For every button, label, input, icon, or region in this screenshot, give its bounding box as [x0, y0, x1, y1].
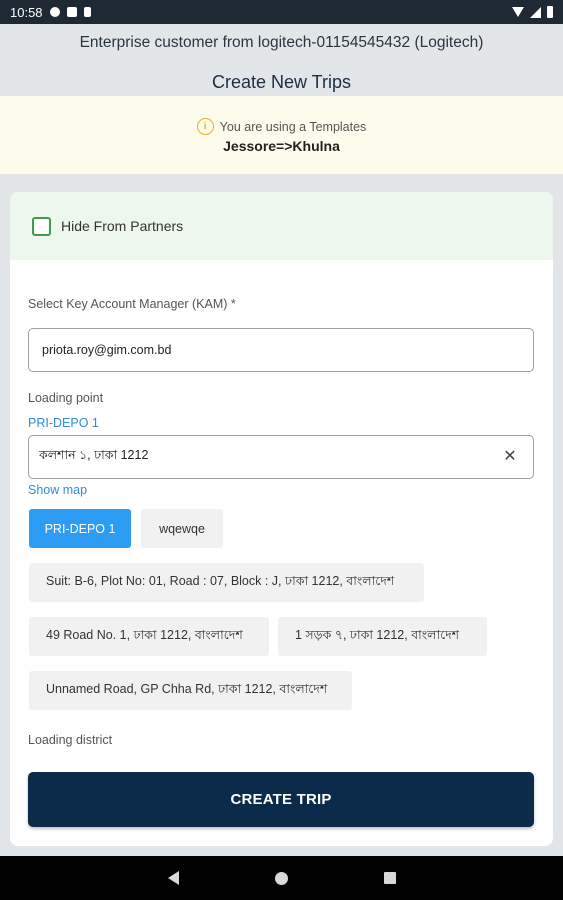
kam-label: Select Key Account Manager (KAM) *	[28, 297, 236, 311]
status-time: 10:58	[10, 4, 43, 20]
loading-point-address-value: কলশান ১, ঢাকা 1212	[39, 448, 149, 462]
show-map-link[interactable]: Show map	[28, 483, 87, 497]
sim-notification-icon	[83, 7, 91, 17]
loading-district-label: Loading district	[28, 733, 113, 747]
kam-field[interactable]: priota.roy@gim.com.bd	[28, 328, 534, 372]
loading-point-selected-name: PRI-DEPO 1	[28, 416, 99, 430]
status-bar: 10:58	[0, 0, 563, 24]
status-bar-left: 10:58	[10, 5, 91, 20]
clear-icon[interactable]: ✕	[501, 448, 519, 466]
location-chip[interactable]: wqewqe	[141, 509, 223, 548]
home-icon[interactable]	[274, 871, 288, 885]
create-trip-button[interactable]: CREATE TRIP	[28, 772, 534, 827]
template-banner: i You are using a Templates Jessore=>Khu…	[0, 96, 563, 174]
hide-from-partners-checkbox[interactable]	[32, 216, 51, 236]
page-title: Create New Trips	[211, 72, 352, 92]
signal-icon	[530, 6, 541, 18]
location-chip[interactable]: Unnamed Road, GP Chha Rd, ঢাকা 1212, বাং…	[29, 671, 352, 710]
recent-apps-icon[interactable]	[383, 872, 396, 884]
kam-value: priota.roy@gim.com.bd	[42, 343, 172, 357]
system-nav-bar	[0, 856, 563, 900]
template-route: Jessore=>Khulna	[223, 138, 340, 154]
location-chip[interactable]: 49 Road No. 1, ঢাকা 1212, বাংলাদেশ	[29, 617, 269, 656]
customer-info: Enterprise customer from logitech-011545…	[79, 34, 484, 51]
back-icon[interactable]	[167, 871, 179, 885]
message-notification-icon	[49, 7, 60, 17]
location-chip[interactable]: 1 সড়ক ৭, ঢাকা 1212, বাংলাদেশ	[278, 617, 487, 656]
wifi-icon	[512, 7, 524, 17]
storage-notification-icon	[66, 7, 77, 17]
location-chip[interactable]: PRI-DEPO 1	[29, 509, 131, 548]
location-chip[interactable]: Suit: B-6, Plot No: 01, Road : 07, Block…	[29, 563, 424, 602]
trip-form-card: Hide From Partners Select Key Account Ma…	[10, 192, 553, 846]
hide-from-partners-label: Hide From Partners	[61, 218, 184, 234]
info-icon: i	[196, 118, 214, 135]
template-message: You are using a Templates	[219, 119, 367, 134]
hide-from-partners-row[interactable]: Hide From Partners	[10, 192, 553, 260]
page-header: Enterprise customer from logitech-011545…	[0, 24, 563, 96]
loading-point-address-input[interactable]: কলশান ১, ঢাকা 1212 ✕	[28, 435, 534, 479]
template-message-row: i You are using a Templates	[0, 118, 563, 135]
status-bar-right	[512, 6, 553, 18]
loading-point-label: Loading point	[28, 391, 104, 405]
battery-icon	[547, 6, 553, 18]
